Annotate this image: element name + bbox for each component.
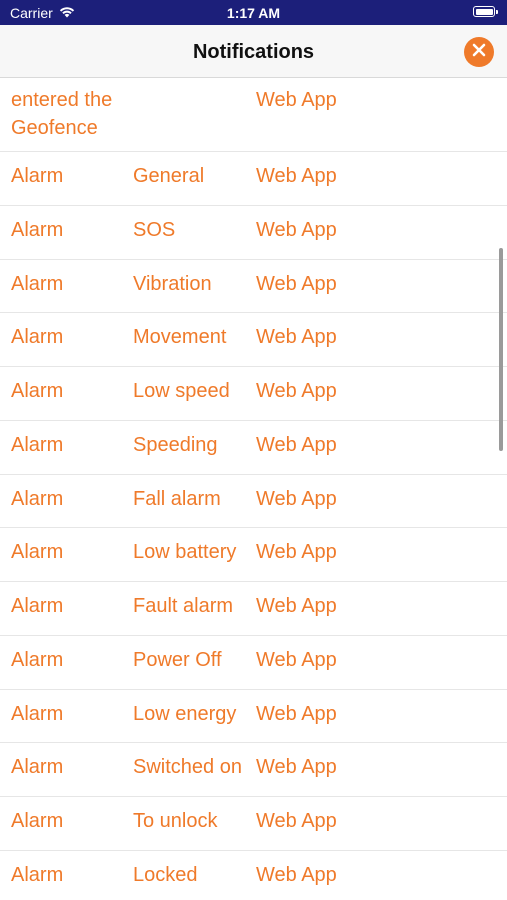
list-item[interactable]: Alarm To unlock Web App xyxy=(0,797,507,851)
status-bar: Carrier 1:17 AM xyxy=(0,0,507,25)
list-item[interactable]: Alarm General Web App xyxy=(0,152,507,206)
notification-type: Alarm xyxy=(11,165,64,187)
notification-type: Alarm xyxy=(11,433,64,456)
notification-name: Power Off xyxy=(133,648,222,671)
close-icon xyxy=(472,43,486,62)
list-item[interactable]: Alarm Switched on Web App xyxy=(0,743,507,797)
notification-type: Alarm xyxy=(11,218,64,241)
list-item[interactable]: entered the Geofence Web App xyxy=(0,78,507,152)
notification-type: Alarm xyxy=(11,487,64,510)
notification-source: Web App xyxy=(256,541,337,564)
notification-type: Alarm xyxy=(11,756,64,779)
status-time: 1:17 AM xyxy=(226,5,281,21)
notification-name: SOS xyxy=(133,218,176,241)
notification-source: Web App xyxy=(256,89,337,111)
notification-source: Web App xyxy=(256,595,337,617)
notification-source: Web App xyxy=(256,433,337,456)
notification-name: General xyxy=(133,165,205,187)
notification-name: Low speed xyxy=(133,380,230,402)
notification-source: Web App xyxy=(256,863,337,886)
notification-source: Web App xyxy=(256,702,337,725)
notification-source: Web App xyxy=(256,380,337,402)
notification-list[interactable]: entered the Geofence Web App Alarm Gener… xyxy=(0,78,507,900)
list-item[interactable]: Alarm Low speed Web App xyxy=(0,367,507,421)
notification-name: Locked xyxy=(133,863,198,886)
notification-type: Alarm xyxy=(11,863,64,886)
list-item[interactable]: Alarm Speeding Web App xyxy=(0,421,507,475)
notification-type: Alarm xyxy=(11,810,64,832)
list-item[interactable]: Alarm Low battery Web App xyxy=(0,528,507,582)
page-title: Notifications xyxy=(192,41,315,63)
notification-name: Switched on xyxy=(133,756,242,779)
list-item[interactable]: Alarm Fall alarm Web App xyxy=(0,475,507,529)
close-button[interactable] xyxy=(464,37,494,67)
notification-source: Web App xyxy=(256,218,337,241)
list-item[interactable]: Alarm Locked Web App xyxy=(0,851,507,900)
notification-source: Web App xyxy=(256,648,337,671)
notification-source: Web App xyxy=(256,165,337,187)
list-item[interactable]: Alarm Fault alarm Web App xyxy=(0,582,507,636)
notification-name: Speeding xyxy=(133,433,218,456)
notification-type: Alarm xyxy=(11,702,64,725)
notification-source: Web App xyxy=(256,810,337,832)
list-item[interactable]: Alarm Movement Web App xyxy=(0,313,507,367)
notification-type: entered the Geofence xyxy=(11,89,113,139)
battery-icon xyxy=(473,6,498,17)
notification-source: Web App xyxy=(256,487,337,510)
notification-type: Alarm xyxy=(11,380,64,402)
notification-name: Fault alarm xyxy=(133,595,234,617)
navigation-bar: Notifications xyxy=(0,25,507,78)
list-item[interactable]: Alarm SOS Web App xyxy=(0,206,507,260)
list-item[interactable]: Alarm Vibration Web App xyxy=(0,260,507,314)
notification-source: Web App xyxy=(256,272,337,295)
notification-name: Movement xyxy=(133,326,227,349)
notification-source: Web App xyxy=(256,756,337,779)
notification-type: Alarm xyxy=(11,272,64,295)
vertical-scrollbar[interactable] xyxy=(499,248,503,451)
notification-source: Web App xyxy=(256,326,337,349)
notification-type: Alarm xyxy=(11,595,64,617)
notification-type: Alarm xyxy=(11,648,64,671)
list-item[interactable]: Alarm Low energy Web App xyxy=(0,690,507,744)
notification-type: Alarm xyxy=(11,541,64,564)
notification-name: Fall alarm xyxy=(133,487,221,510)
notification-name: Vibration xyxy=(133,272,212,295)
notification-name: Low energy xyxy=(133,702,237,725)
notification-name: Low battery xyxy=(133,541,237,564)
list-item[interactable]: Alarm Power Off Web App xyxy=(0,636,507,690)
notification-name: To unlock xyxy=(133,810,218,832)
notification-type: Alarm xyxy=(11,326,64,349)
